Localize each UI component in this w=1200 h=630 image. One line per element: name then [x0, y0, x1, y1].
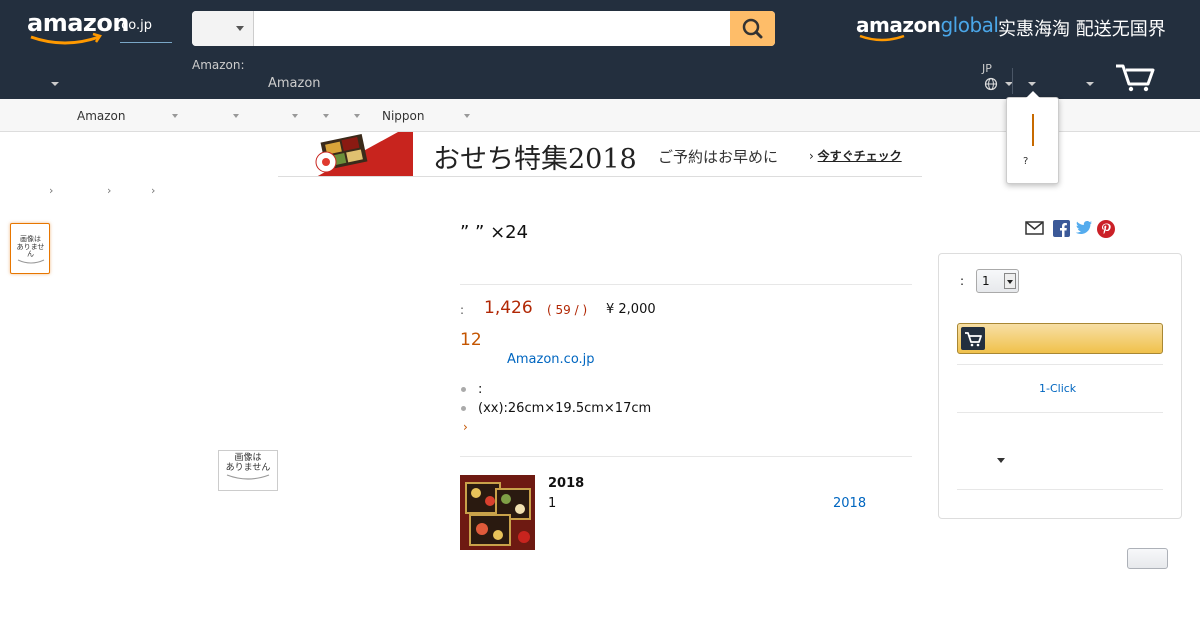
bullet-dot	[461, 387, 466, 392]
no-image-line2: ありません	[225, 462, 271, 473]
email-share-icon[interactable]	[1025, 220, 1044, 236]
smile-arrow-icon	[226, 474, 270, 480]
secondary-button[interactable]	[1127, 548, 1168, 569]
amazon-global-logo[interactable]: amazonglobal	[856, 13, 999, 43]
price-label: :	[460, 303, 465, 317]
no-image-placeholder: 画像は ありません	[219, 453, 277, 486]
feature-bullet: :	[478, 382, 483, 397]
top-nav-bar: amazon .co.jp amazonglobal 实惠海淘 配送无国界 Am…	[0, 0, 1200, 99]
product-price: 1,426	[484, 298, 533, 318]
pinterest-share-icon[interactable]	[1097, 220, 1115, 238]
search-bar	[192, 11, 775, 46]
flyout-arrow	[1026, 91, 1040, 98]
promo-title: 2018	[548, 476, 585, 491]
globe-icon[interactable]	[984, 77, 998, 91]
osechi-promo-image[interactable]	[460, 475, 535, 550]
twitter-share-icon[interactable]	[1075, 220, 1093, 236]
chevron-down-icon[interactable]	[464, 114, 470, 118]
divider	[957, 364, 1163, 365]
divider	[957, 489, 1163, 490]
language-code[interactable]: JP	[982, 62, 992, 75]
facebook-share-icon[interactable]	[1053, 220, 1070, 237]
banner-cta-text: 今すぐチェック	[817, 149, 902, 163]
buy-box: : 1 1-Click	[938, 253, 1182, 519]
orders-menu-chevron-icon[interactable]	[1086, 82, 1094, 86]
smile-arrow-icon	[859, 34, 905, 42]
smile-arrow-icon	[30, 32, 102, 45]
product-title: ” ” ×24	[460, 222, 529, 243]
seller-link[interactable]: Amazon.co.jp	[507, 352, 595, 367]
chevron-down-icon	[236, 26, 244, 31]
main-product-image[interactable]: 画像は ありません	[218, 450, 278, 491]
subnav-item-amazon[interactable]: Amazon	[77, 109, 126, 123]
stock-count: 12	[460, 330, 482, 350]
chevron-down-icon	[1004, 273, 1016, 289]
breadcrumb-separator: ›	[151, 184, 156, 197]
search-category-dropdown[interactable]	[192, 11, 254, 46]
cart-icon[interactable]	[1114, 62, 1156, 92]
osechi-box-photo	[460, 475, 535, 550]
list-price: ¥ 2,000	[606, 302, 656, 317]
chevron-down-icon[interactable]	[354, 114, 360, 118]
banner-cta-link[interactable]: › 今すぐチェック	[809, 147, 902, 164]
chevron-down-icon[interactable]	[323, 114, 329, 118]
breadcrumb-separator: ›	[107, 184, 112, 197]
logo-tld: .co.jp	[117, 18, 153, 33]
ag-part2: global	[940, 13, 999, 37]
add-to-cart-button[interactable]	[957, 323, 1163, 354]
flyout-accent-bar	[1032, 114, 1034, 146]
promo-link[interactable]: 2018	[833, 496, 866, 511]
quantity-value: 1	[982, 274, 990, 288]
divider	[460, 284, 912, 285]
cart-icon	[961, 327, 985, 350]
chevron-down-icon[interactable]	[233, 114, 239, 118]
quantity-select[interactable]: 1	[976, 269, 1019, 293]
amazon-global-slogan: 实惠海淘 配送无国界	[998, 19, 1166, 40]
osechi-box-image	[278, 132, 413, 176]
one-click-link[interactable]: 1-Click	[1039, 382, 1076, 395]
osechi-promo-banner[interactable]: おせち特集2018 ご予約はお早めに › 今すぐチェック	[278, 132, 922, 177]
no-image-line2: ありません	[16, 242, 45, 259]
flyout-help-link[interactable]: ?	[1023, 156, 1028, 167]
divider	[460, 456, 912, 457]
feature-bullet: (xx):26cm×19.5cm×17cm	[478, 401, 652, 416]
chevron-down-icon[interactable]	[292, 114, 298, 118]
account-menu-chevron-icon[interactable]	[1028, 82, 1036, 86]
search-button[interactable]	[730, 11, 775, 46]
points-info: ( 59 / )	[547, 303, 588, 317]
banner-subtitle: ご予約はお早めに	[658, 148, 779, 166]
chevron-down-icon[interactable]	[997, 458, 1005, 463]
no-image-placeholder: 画像は ありません	[14, 235, 47, 268]
bullet-dot	[461, 406, 466, 411]
thumbnail-image[interactable]: 画像は ありません	[10, 223, 50, 274]
deliver-to-label: Amazon:	[192, 58, 245, 72]
amazon-logo[interactable]: amazon .co.jp	[27, 9, 172, 47]
quantity-label: :	[960, 274, 965, 288]
divider	[957, 412, 1163, 413]
chevron-right-icon: ›	[809, 149, 814, 163]
promo-subtitle: 1	[548, 496, 557, 511]
deliver-to-value[interactable]: Amazon	[268, 76, 321, 91]
breadcrumb-separator: ›	[49, 184, 54, 197]
smile-arrow-icon	[17, 259, 44, 264]
nav-divider	[1012, 68, 1013, 94]
account-flyout: ?	[1006, 91, 1059, 184]
search-icon	[742, 18, 763, 39]
chevron-down-icon[interactable]	[172, 114, 178, 118]
subnav-item-nippon[interactable]: Nippon	[382, 109, 425, 123]
logo-underline	[120, 42, 172, 43]
see-more-link[interactable]: ›	[463, 420, 468, 434]
search-input[interactable]	[254, 11, 731, 46]
banner-title: おせち特集2018	[433, 144, 637, 175]
chevron-down-icon[interactable]	[51, 82, 59, 86]
